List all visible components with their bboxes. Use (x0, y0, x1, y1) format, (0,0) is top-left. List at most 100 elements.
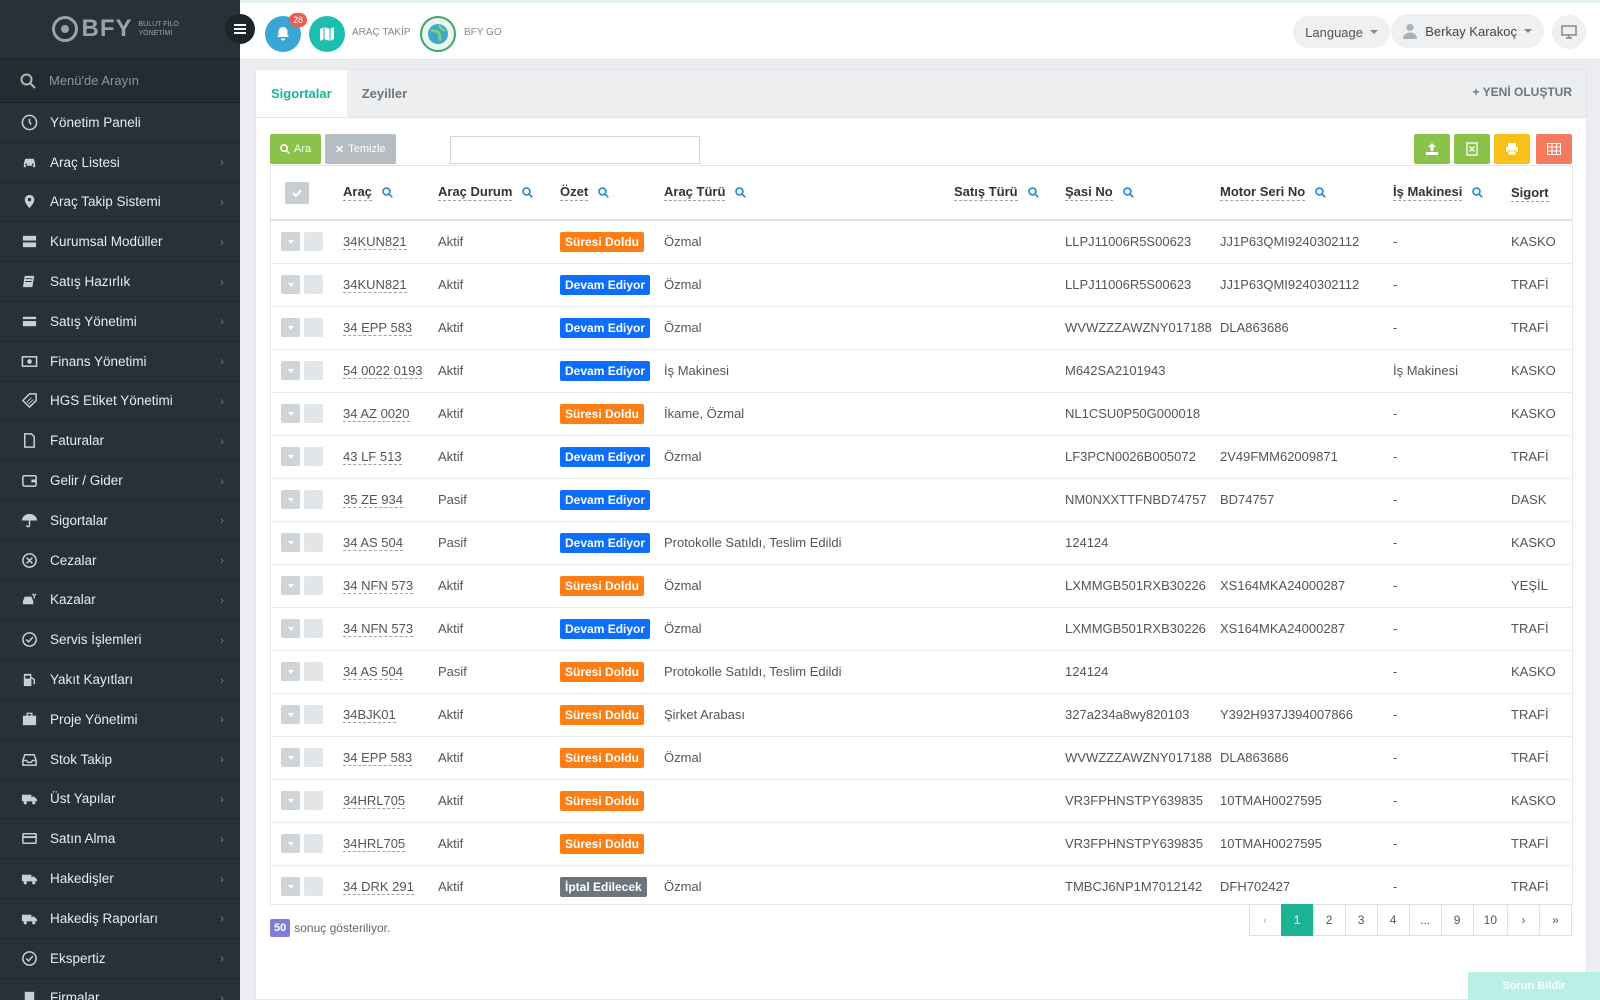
sidebar-item-cezalar[interactable]: Cezalar › (0, 541, 240, 581)
table-search-input[interactable] (450, 136, 700, 164)
pagination-item[interactable]: ‹ (1248, 904, 1282, 936)
column-header[interactable]: Sigort (1505, 166, 1572, 221)
notifications-button[interactable]: 28 (265, 13, 307, 52)
pagination-item[interactable]: 1 (1280, 904, 1314, 936)
bfy-go-button[interactable] (420, 16, 456, 52)
row-checkbox[interactable] (304, 834, 323, 853)
column-header[interactable]: Satış Türü (948, 166, 1059, 221)
pagination-item[interactable]: 10 (1472, 904, 1508, 936)
table-row[interactable]: 34KUN821 Aktif Süresi Doldu Özmal LLPJ11006R… (271, 220, 1572, 264)
row-checkbox[interactable] (304, 748, 323, 767)
vehicle-plate-cell[interactable]: 35 ZE 934 (337, 478, 432, 522)
table-row[interactable]: 34KUN821 Aktif Devam Ediyor Özmal LLPJ11006R… (271, 263, 1572, 307)
select-all-checkbox[interactable] (285, 181, 309, 204)
row-expand-button[interactable] (281, 834, 300, 853)
tab-zeyiller[interactable]: Zeyiller (347, 70, 423, 117)
vehicle-plate-cell[interactable]: 43 LF 513 (337, 435, 432, 479)
column-search-icon[interactable] (522, 186, 534, 201)
sidebar-item-faturalar[interactable]: Faturalar › (0, 421, 240, 462)
column-search-icon[interactable] (1472, 186, 1484, 201)
row-checkbox[interactable] (304, 447, 323, 466)
table-row[interactable]: 35 ZE 934 Pasif Devam Ediyor NM0NXXTTFNBD74… (271, 478, 1572, 522)
table-row[interactable]: 34 EPP 583 Aktif Devam Ediyor Özmal WVWZZZAW… (271, 306, 1572, 350)
row-expand-button[interactable] (281, 705, 300, 724)
sidebar-item-kurumsal-modüller[interactable]: Kurumsal Modüller › (0, 222, 240, 263)
column-header[interactable]: Araç Durum (432, 166, 554, 221)
pagination-item[interactable]: 2 (1312, 904, 1346, 936)
row-checkbox[interactable] (304, 576, 323, 595)
column-settings-button[interactable] (1536, 134, 1572, 164)
sidebar-item-araç-takip-sistemi[interactable]: Araç Takip Sistemi › (0, 183, 240, 223)
vehicle-plate-link[interactable]: 34BJK01 (343, 707, 396, 723)
sidebar-item-firmalar[interactable]: Firmalar › (0, 979, 240, 1000)
table-row[interactable]: 34 EPP 583 Aktif Süresi Doldu Özmal WVWZZZAW… (271, 736, 1572, 780)
sidebar-item-kazalar[interactable]: Kazalar › (0, 581, 240, 621)
column-header[interactable]: Şasi No (1059, 166, 1214, 221)
column-header[interactable]: Özet (554, 166, 658, 221)
vehicle-plate-cell[interactable]: 54 0022 0193 (337, 349, 432, 393)
column-search-icon[interactable] (735, 186, 747, 201)
row-expand-button[interactable] (281, 490, 300, 509)
vehicle-plate-link[interactable]: 34HRL705 (343, 793, 406, 809)
sidebar-item-araç-listesi[interactable]: Araç Listesi › (0, 143, 240, 183)
row-expand-button[interactable] (281, 361, 300, 380)
row-checkbox[interactable] (304, 533, 323, 552)
report-issue-button[interactable]: Sorun Bildir (1468, 972, 1600, 1000)
row-checkbox[interactable] (304, 361, 323, 380)
sidebar-item-yönetim-paneli[interactable]: Yönetim Paneli (0, 103, 240, 143)
table-row[interactable]: 34 NFN 573 Aktif Süresi Doldu Özmal LXMMGB50… (271, 564, 1572, 608)
pagination-item[interactable]: 9 (1440, 904, 1474, 936)
display-button[interactable] (1552, 15, 1586, 49)
row-expand-button[interactable] (281, 576, 300, 595)
vehicle-plate-link[interactable]: 34HRL705 (343, 836, 406, 852)
column-search-icon[interactable] (1027, 186, 1039, 201)
row-expand-button[interactable] (281, 748, 300, 767)
vehicle-plate-link[interactable]: 34 AS 504 (343, 535, 403, 551)
table-row[interactable]: 34BJK01 Aktif Süresi Doldu Şirket Arabası 32… (271, 693, 1572, 737)
sidebar-item-yakıt-kayıtları[interactable]: Yakıt Kayıtları › (0, 660, 240, 700)
table-row[interactable]: 34HRL705 Aktif Süresi Doldu VR3FPHNSTPY6398… (271, 822, 1572, 866)
tab-sigortalar[interactable]: Sigortalar (256, 70, 347, 117)
sidebar-item-satın-alma[interactable]: Satın Alma › (0, 819, 240, 860)
column-header[interactable]: Araç Türü (658, 166, 948, 221)
sidebar-item-hgs-etiket-yönetimi[interactable]: HGS Etiket Yönetimi › (0, 382, 240, 422)
table-row[interactable]: 34 NFN 573 Aktif Devam Ediyor Özmal LXMMGB50… (271, 607, 1572, 651)
sidebar-item-hakedişler[interactable]: Hakedişler › (0, 859, 240, 899)
sidebar-item-stok-takip[interactable]: Stok Takip › (0, 740, 240, 780)
row-expand-button[interactable] (281, 275, 300, 294)
vehicle-plate-link[interactable]: 34 EPP 583 (343, 320, 413, 336)
language-dropdown[interactable]: Language (1293, 16, 1390, 48)
pagination-item[interactable]: 4 (1376, 904, 1410, 936)
vehicle-plate-link[interactable]: 43 LF 513 (343, 449, 402, 465)
sidebar-item-servis-i-şlemleri[interactable]: Servis İşlemleri › (0, 620, 240, 661)
vehicle-plate-link[interactable]: 54 0022 0193 (343, 363, 423, 379)
column-search-icon[interactable] (1122, 186, 1134, 201)
brand-logo[interactable]: BFY BULUT FİLO YÖNETİMİ (51, 15, 189, 43)
table-row[interactable]: 43 LF 513 Aktif Devam Ediyor Özmal LF3PCN002… (271, 435, 1572, 479)
hamburger-menu-button[interactable] (225, 14, 255, 44)
table-row[interactable]: 34 AS 504 Pasif Süresi Doldu Protokolle Sat… (271, 650, 1572, 694)
table-row[interactable]: 34 AZ 0020 Aktif Süresi Doldu İkame, Özmal N… (271, 392, 1572, 436)
arac-takip-button[interactable] (309, 16, 345, 52)
column-header[interactable]: Araç (337, 166, 432, 221)
upload-button[interactable] (1414, 134, 1450, 164)
column-search-icon[interactable] (1315, 186, 1327, 201)
row-checkbox[interactable] (304, 275, 323, 294)
vehicle-plate-cell[interactable]: 34KUN821 (337, 220, 432, 264)
row-expand-button[interactable] (281, 533, 300, 552)
row-checkbox[interactable] (304, 404, 323, 423)
column-header[interactable]: İş Makinesi (1387, 166, 1505, 221)
vehicle-plate-cell[interactable]: 34 EPP 583 (337, 306, 432, 350)
row-checkbox[interactable] (304, 877, 323, 896)
vehicle-plate-link[interactable]: 34 NFN 573 (343, 621, 414, 637)
row-checkbox[interactable] (304, 662, 323, 681)
vehicle-plate-cell[interactable]: 34 AS 504 (337, 521, 432, 565)
vehicle-plate-cell[interactable]: 34 NFN 573 (337, 564, 432, 608)
vehicle-plate-link[interactable]: 34KUN821 (343, 234, 407, 251)
vehicle-plate-link[interactable]: 34 EPP 583 (343, 750, 413, 766)
vehicle-plate-link[interactable]: 34 NFN 573 (343, 578, 414, 594)
table-row[interactable]: 34HRL705 Aktif Süresi Doldu VR3FPHNSTPY6398… (271, 779, 1572, 823)
vehicle-plate-cell[interactable]: 34 DRK 291 (337, 865, 432, 904)
sidebar-item-satış-hazırlık[interactable]: Satış Hazırlık › (0, 262, 240, 302)
row-checkbox[interactable] (304, 705, 323, 724)
